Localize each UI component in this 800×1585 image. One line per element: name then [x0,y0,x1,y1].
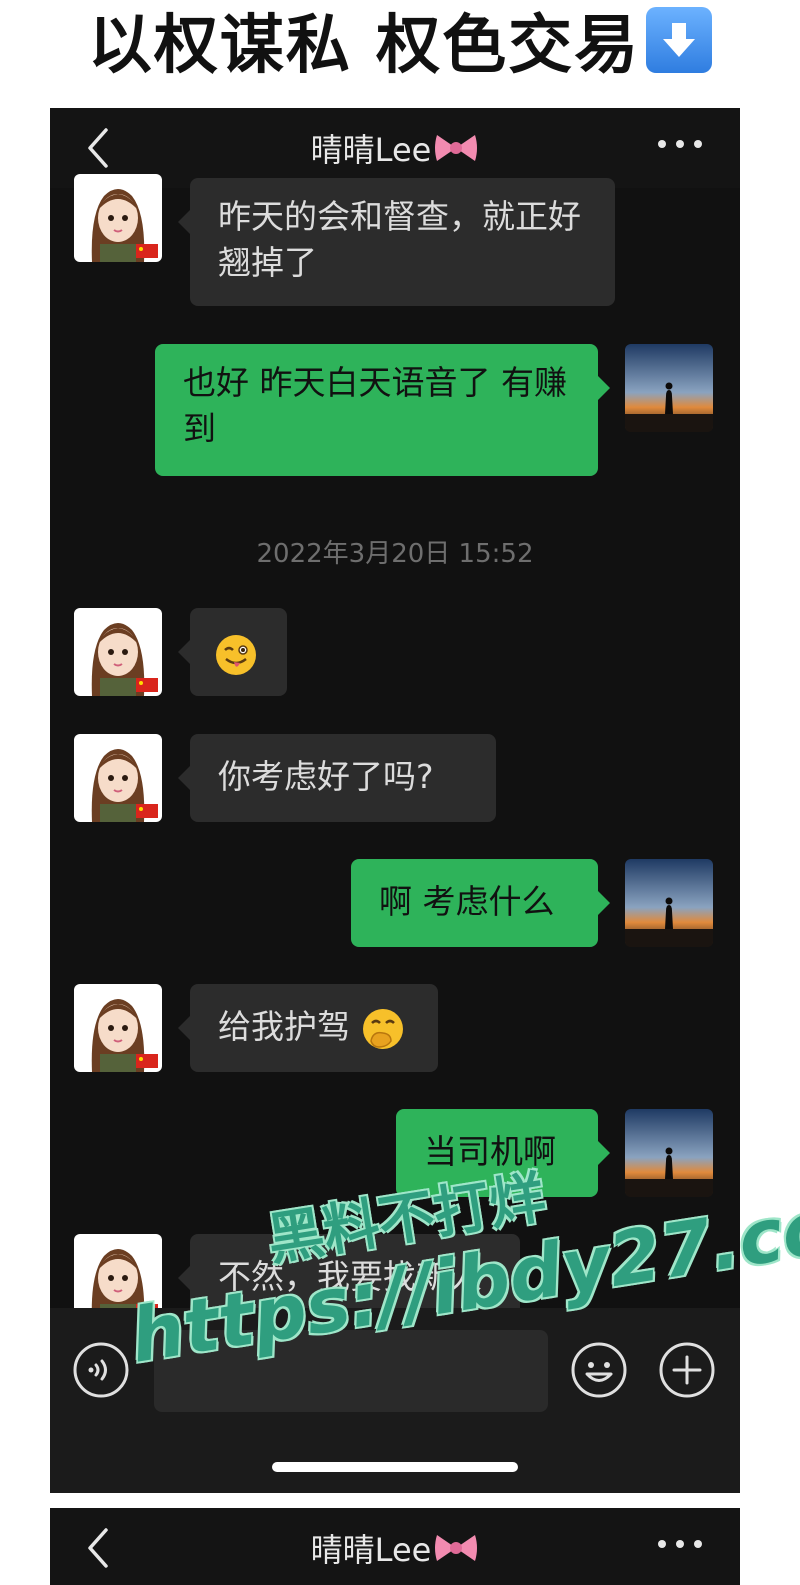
home-indicator[interactable] [272,1462,518,1472]
chat-input-bar [50,1308,740,1493]
chat-title: 晴晴Lee [50,1508,740,1585]
message-bubble[interactable]: 昨天的会和督查，就正好翘掉了 [178,178,615,306]
chat-navbar: 晴晴Lee [50,1508,740,1585]
contact-avatar[interactable] [74,984,162,1072]
plus-icon[interactable] [658,1341,716,1399]
down-arrow-icon [646,7,713,73]
message-text: 昨天的会和督查，就正好翘掉了 [218,197,581,282]
hand-over-mouth-emoji [362,1008,403,1049]
self-avatar[interactable] [625,859,713,947]
smiley-icon[interactable] [570,1341,628,1399]
self-avatar[interactable] [625,344,713,432]
more-options-icon[interactable] [658,136,702,152]
message-bubble[interactable] [178,608,287,696]
chat-timestamp: 2022年3月20日 15:52 [256,539,534,569]
message-bubble[interactable]: 当司机啊 [396,1109,610,1197]
chat-screen: 晴晴Lee 昨天的会和督查，就正好翘掉了 也好 昨天白天语音了 有赚到 2022… [50,108,740,1493]
message-bubble[interactable]: 也好 昨天白天语音了 有赚到 [155,344,610,476]
message-text: 给我护驾 [218,1007,350,1046]
page-headline: 以权谋私 权色交易 [0,0,800,83]
winking-tongue-emoji [216,634,256,675]
message-bubble[interactable]: 你考虑好了吗? [178,734,496,822]
contact-name: 晴晴Lee [310,131,432,169]
message-text: 当司机啊 [424,1132,556,1171]
message-text: 啊 考虑什么 [379,882,555,921]
contact-avatar[interactable] [74,174,162,262]
more-options-icon[interactable] [658,1536,702,1552]
message-text: 你考虑好了吗? [218,757,434,796]
message-bubble[interactable]: 啊 考虑什么 [351,859,610,947]
message-input[interactable] [154,1330,548,1412]
contact-avatar[interactable] [74,734,162,822]
message-bubble[interactable]: 给我护驾 [178,984,438,1072]
ribbon-bow-icon [435,1535,478,1561]
headline-text: 以权谋私 权色交易 [87,9,641,83]
contact-name: 晴晴Lee [310,1531,432,1569]
voice-icon[interactable] [72,1341,130,1399]
ribbon-bow-icon [435,135,478,161]
self-avatar[interactable] [625,1109,713,1197]
second-chat-screen: 晴晴Lee [50,1508,740,1585]
message-text: 也好 昨天白天语音了 有赚到 [183,363,567,448]
contact-avatar[interactable] [74,608,162,696]
